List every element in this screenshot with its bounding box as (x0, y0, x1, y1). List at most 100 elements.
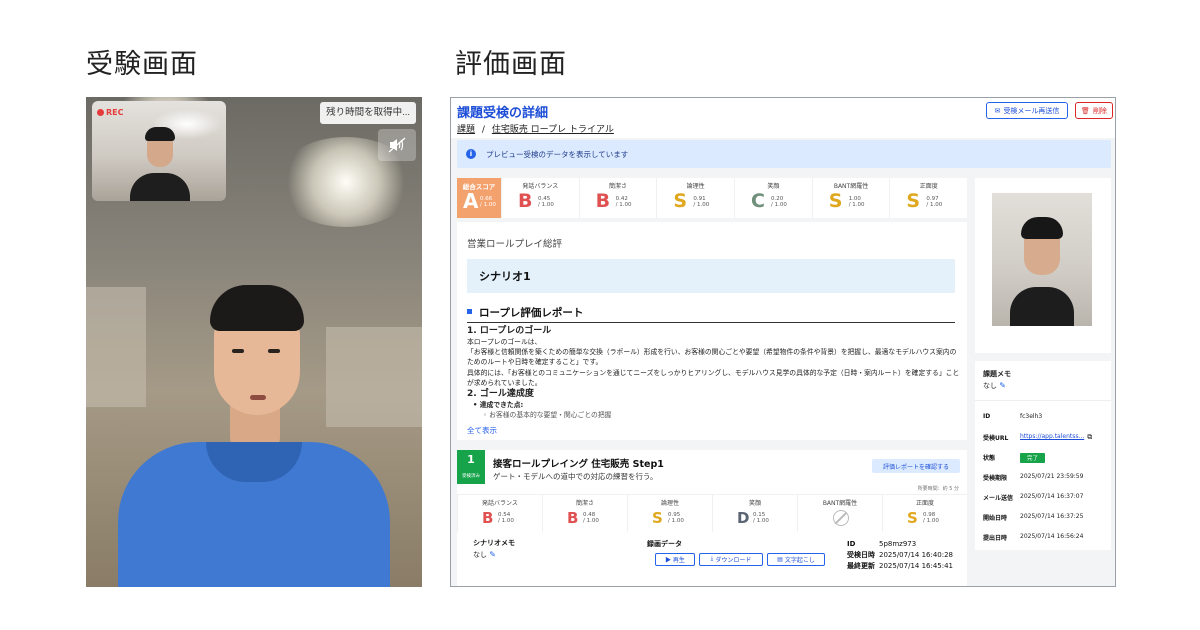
remaining-time-button[interactable]: 残り時間を取得中... (320, 102, 416, 124)
score-value: 0.15/ 1.00 (753, 512, 769, 524)
score-value: 0.42/ 1.00 (616, 196, 632, 208)
score-summary: 総合スコア A 0.66 / 1.00 発話バランス B 0.45/ 1.00 簡潔さ… (457, 178, 967, 218)
meta-value: 2025/07/14 16:40:28 (879, 551, 954, 559)
score-value: 0.48/ 1.00 (583, 512, 599, 524)
score-value: 0.54/ 1.00 (498, 512, 514, 524)
delete-button[interactable]: 🗑 削除 (1075, 102, 1113, 119)
meta-value: 5p8mz973 (879, 540, 917, 548)
breadcrumb-current[interactable]: 住宅販売 ロープレ トライアル (492, 125, 614, 135)
score-cell: 簡潔さ B 0.42/ 1.00 (578, 178, 657, 218)
info-key: 開始日時 (983, 515, 1008, 522)
score-label: 発話バランス (482, 500, 518, 507)
edit-icon[interactable]: ✎ (999, 381, 1006, 390)
score-label: BANT網羅性 (833, 183, 869, 190)
exam-info-card: ID fc3elh3 受検URL https://app.talentss... ⧉ … (975, 400, 1111, 550)
task-memo-text: なし (983, 382, 997, 390)
task-memo-value: なし ✎ (983, 381, 1006, 391)
photo-hair (1021, 217, 1063, 239)
step-meta-row: 受検日時 2025/07/14 16:40:28 (847, 550, 953, 561)
score-grade: B (482, 509, 494, 527)
overall-review-card: 営業ロールプレイ総評 シナリオ1 ロープレ評価レポート 1. ロープレのゴール … (457, 222, 967, 440)
info-key: 提出日時 (983, 535, 1008, 542)
meta-key: 受検日時 (847, 551, 875, 559)
achieved-item: ◦ お客様の基本的な要望・関心ごとの把握 (483, 411, 612, 420)
recording-label: 録画データ (647, 540, 682, 548)
show-all-link[interactable]: 全て表示 (467, 425, 497, 436)
exam-screen: REC 残り時間を取得中... (86, 97, 422, 587)
score-max: / 1.00 (693, 202, 710, 208)
score-grade: S (652, 509, 663, 527)
mail-icon: ✉ (994, 107, 1001, 115)
score-cells: 発話バランス B 0.45/ 1.00 簡潔さ B 0.42/ 1.00 論理性 S 0.91/… (501, 178, 967, 218)
total-score-max: / 1.00 (480, 202, 496, 208)
task-memo-card: 課題メモ なし ✎ (975, 361, 1111, 401)
play-button[interactable]: ▶ 再生 (655, 553, 695, 566)
score-max: / 1.00 (583, 518, 599, 524)
resend-mail-label: 受検メール再送信 (1003, 107, 1060, 115)
score-grade: B (595, 190, 611, 212)
report-body: 1. ロープレのゴール 本ロープレのゴールは、 「お客様と信頼関係を築くための簡… (467, 325, 961, 420)
exam-screen-heading: 受験画面 (86, 49, 198, 80)
document-icon: ▤ (777, 557, 783, 563)
score-cell: 正面度 S 0.97/ 1.00 (889, 178, 967, 218)
score-cell: BANT網羅性 S 1.00/ 1.00 (811, 178, 890, 218)
scenario-memo-label: シナリオメモ (473, 539, 515, 547)
transcribe-button[interactable]: ▤ 文字起こし (767, 553, 825, 566)
notice-text: プレビュー受検のデータを表示しています (486, 149, 629, 159)
score-max: / 1.00 (923, 518, 939, 524)
info-value: 2025/07/14 16:37:07 (1020, 493, 1084, 500)
info-row-deadline: 受検期限 2025/07/21 23:59:59 (983, 473, 1083, 482)
score-cell: 正面度 S 0.98/ 1.00 (882, 495, 967, 532)
avatar-mouth (250, 395, 266, 400)
speaker-muted-icon (388, 137, 406, 153)
step-meta-row: ID 5p8mz973 (847, 539, 953, 550)
info-key: ID (983, 413, 991, 420)
report-title: ロープレ評価レポート (467, 305, 955, 323)
edit-icon[interactable]: ✎ (489, 550, 496, 559)
score-grade: S (673, 190, 688, 212)
report-title-text: ロープレ評価レポート (479, 307, 584, 319)
candidate-body (130, 173, 190, 201)
score-label: 正面度 (919, 183, 938, 190)
record-dot-icon (97, 109, 104, 116)
step-title: 接客ロールプレイング 住宅販売 Step1 (493, 459, 664, 470)
trash-icon: 🗑 (1081, 107, 1090, 115)
candidate-photo-card (975, 178, 1111, 353)
recording-indicator: REC (97, 108, 124, 117)
score-grade: C (751, 190, 765, 212)
background-wall (326, 327, 422, 427)
score-cell: 笑顔 C 0.20/ 1.00 (734, 178, 812, 218)
breadcrumb-separator: / (481, 125, 485, 135)
score-label: 論理性 (686, 183, 705, 190)
breadcrumb: 課題 / 住宅販売 ロープレ トライアル (457, 122, 614, 135)
not-applicable-icon (833, 510, 850, 526)
copy-icon[interactable]: ⧉ (1087, 433, 1092, 442)
mute-button[interactable] (378, 129, 416, 161)
info-value: fc3elh3 (1020, 413, 1043, 420)
step-description: ゲート・モデルへの道中での対応の練習を行う。 (493, 472, 658, 481)
score-max: / 1.00 (668, 518, 684, 524)
info-row-submit: 提出日時 2025/07/14 16:56:24 (983, 533, 1083, 542)
breadcrumb-root[interactable]: 課題 (457, 125, 475, 135)
download-icon: ⤓ (710, 556, 714, 562)
score-value: 0.97/ 1.00 (926, 196, 942, 208)
score-label: 発話バランス (522, 183, 559, 190)
scenario-memo-value: なし ✎ (473, 550, 496, 560)
resend-mail-button[interactable]: ✉ 受検メール再送信 (986, 102, 1068, 119)
info-key: メール送信 (983, 495, 1014, 502)
score-value: 0.45/ 1.00 (538, 196, 554, 208)
score-cell: 発話バランス B 0.45/ 1.00 (501, 178, 579, 218)
report-paragraph: 具体的には、「お客様とのコミュニケーションを通じてニーズをしっかりヒアリングし、… (467, 368, 960, 387)
download-button[interactable]: ⤓ ダウンロード (699, 553, 763, 566)
view-eval-report-button[interactable]: 評価レポートを確認する (872, 459, 960, 473)
step-score-row: 発話バランス B 0.54/ 1.00 簡潔さ B 0.48/ 1.00 論理性 S 0.95/… (457, 494, 967, 532)
score-grade: S (906, 190, 921, 212)
step-meta-row: 最終更新 2025/07/14 16:45:41 (847, 561, 953, 572)
exam-url-link[interactable]: https://app.talentss... (1020, 433, 1084, 442)
score-grade: D (737, 509, 750, 527)
self-camera-preview: REC (92, 101, 226, 201)
transcribe-label: 文字起こし (784, 558, 815, 564)
score-max: / 1.00 (771, 202, 787, 208)
meta-key: ID (847, 540, 856, 548)
score-cell: 発話バランス B 0.54/ 1.00 (457, 495, 542, 532)
